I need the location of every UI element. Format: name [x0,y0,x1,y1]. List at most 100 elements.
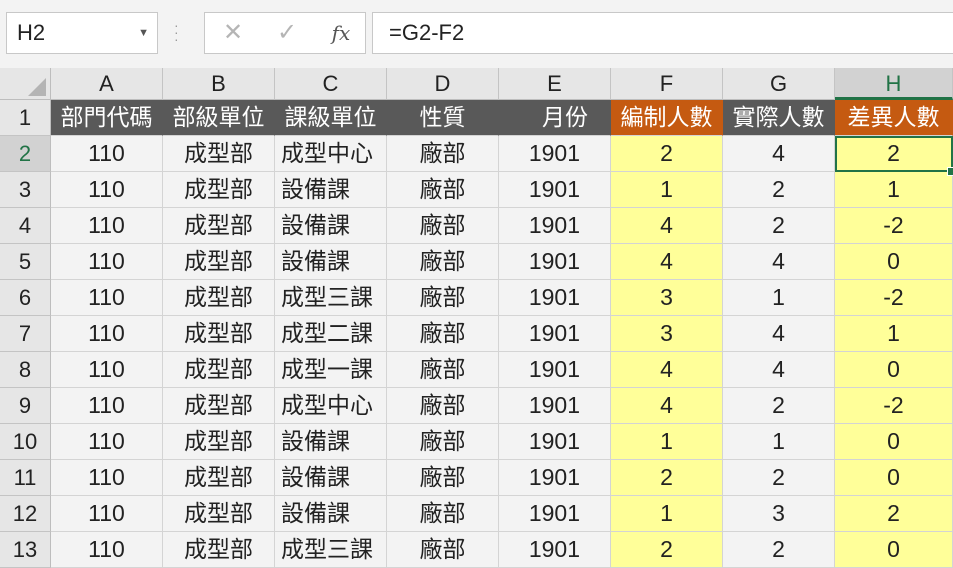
data-cell[interactable]: 設備課 [275,424,387,460]
row-header-10[interactable]: 10 [0,424,51,460]
data-cell[interactable]: 成型部 [163,424,275,460]
header-cell-h[interactable]: 差異人數 [835,100,953,136]
insert-function-icon[interactable]: fx [321,13,361,53]
header-cell-a[interactable]: 部門代碼 [51,100,163,136]
drag-handle-icon[interactable]: · · · [174,18,180,46]
data-cell[interactable]: 2 [723,532,835,568]
data-cell[interactable]: 0 [835,352,953,388]
data-cell[interactable]: 2 [611,460,723,496]
data-cell[interactable]: 成型部 [163,352,275,388]
data-cell[interactable]: -2 [835,280,953,316]
data-cell[interactable]: 1901 [499,280,611,316]
row-header-13[interactable]: 13 [0,532,51,568]
row-header-9[interactable]: 9 [0,388,51,424]
data-cell[interactable]: 設備課 [275,208,387,244]
data-cell[interactable]: 1901 [499,460,611,496]
data-cell[interactable]: 廠部 [387,316,499,352]
header-cell-d[interactable]: 性質 [387,100,499,136]
data-cell[interactable]: 1901 [499,496,611,532]
column-header-b[interactable]: B [163,68,275,100]
data-cell[interactable]: 3 [723,496,835,532]
data-cell[interactable]: 4 [723,316,835,352]
data-cell[interactable]: 廠部 [387,172,499,208]
data-cell[interactable]: 4 [611,352,723,388]
data-cell[interactable]: 廠部 [387,424,499,460]
data-cell[interactable]: 1 [723,424,835,460]
data-cell[interactable]: 0 [835,424,953,460]
data-cell[interactable]: 1901 [499,388,611,424]
data-cell[interactable]: 4 [723,244,835,280]
data-cell[interactable]: 成型部 [163,460,275,496]
row-header-7[interactable]: 7 [0,316,51,352]
row-header-11[interactable]: 11 [0,460,51,496]
data-cell[interactable]: 1 [835,172,953,208]
data-cell[interactable]: 設備課 [275,496,387,532]
data-cell[interactable]: 110 [51,136,163,172]
row-header-3[interactable]: 3 [0,172,51,208]
data-cell[interactable]: 成型中心 [275,388,387,424]
data-cell[interactable]: 1901 [499,424,611,460]
data-cell[interactable]: 廠部 [387,460,499,496]
data-cell[interactable]: 1901 [499,208,611,244]
data-cell[interactable]: 4 [611,388,723,424]
fill-handle[interactable] [947,167,953,176]
cancel-icon[interactable]: ✕ [213,13,253,53]
data-cell[interactable]: 2 [723,388,835,424]
data-cell[interactable]: 廠部 [387,136,499,172]
data-cell[interactable]: 廠部 [387,244,499,280]
header-cell-f[interactable]: 編制人數 [611,100,723,136]
data-cell[interactable]: 2 [611,532,723,568]
data-cell[interactable]: 110 [51,388,163,424]
data-cell[interactable]: 1 [611,424,723,460]
data-cell[interactable]: 2 [611,136,723,172]
header-cell-g[interactable]: 實際人數 [723,100,835,136]
enter-icon[interactable]: ✓ [267,13,307,53]
data-cell[interactable]: 2 [835,496,953,532]
data-cell[interactable]: 1 [835,316,953,352]
data-cell[interactable]: 成型部 [163,244,275,280]
row-header-1[interactable]: 1 [0,100,51,136]
data-cell[interactable]: 設備課 [275,244,387,280]
header-cell-c[interactable]: 課級單位 [275,100,387,136]
data-cell[interactable]: 1901 [499,532,611,568]
column-header-d[interactable]: D [387,68,499,100]
data-cell[interactable]: 4 [611,208,723,244]
data-cell[interactable]: 110 [51,460,163,496]
header-cell-b[interactable]: 部級單位 [163,100,275,136]
data-cell[interactable]: 1901 [499,244,611,280]
data-cell[interactable]: 成型部 [163,172,275,208]
data-cell[interactable]: 1901 [499,352,611,388]
data-cell[interactable]: 成型中心 [275,136,387,172]
data-cell[interactable]: 成型部 [163,388,275,424]
column-header-g[interactable]: G [723,68,835,100]
data-cell[interactable]: 廠部 [387,352,499,388]
data-cell[interactable]: 0 [835,460,953,496]
header-cell-e[interactable]: 月份 [499,100,611,136]
column-header-c[interactable]: C [275,68,387,100]
row-header-12[interactable]: 12 [0,496,51,532]
data-cell[interactable]: 110 [51,532,163,568]
select-all-corner[interactable] [0,68,51,100]
data-cell[interactable]: 110 [51,352,163,388]
data-cell[interactable]: 2 [723,208,835,244]
formula-bar-input[interactable]: =G2-F2 [372,12,953,54]
data-cell[interactable]: 成型二課 [275,316,387,352]
data-cell[interactable]: 1 [611,172,723,208]
data-cell[interactable]: 成型一課 [275,352,387,388]
row-header-5[interactable]: 5 [0,244,51,280]
column-header-e[interactable]: E [499,68,611,100]
chevron-down-icon[interactable]: ▼ [138,13,149,53]
data-cell[interactable]: 110 [51,316,163,352]
data-cell[interactable]: 成型部 [163,532,275,568]
data-cell[interactable]: 0 [835,532,953,568]
data-cell[interactable]: -2 [835,388,953,424]
column-header-h[interactable]: H [835,68,953,100]
data-cell[interactable]: -2 [835,208,953,244]
data-cell[interactable]: 廠部 [387,208,499,244]
data-cell[interactable]: 廠部 [387,280,499,316]
data-cell[interactable]: 成型部 [163,208,275,244]
column-header-f[interactable]: F [611,68,723,100]
data-cell[interactable]: 4 [611,244,723,280]
data-cell[interactable]: 成型部 [163,136,275,172]
data-cell[interactable]: 成型部 [163,496,275,532]
